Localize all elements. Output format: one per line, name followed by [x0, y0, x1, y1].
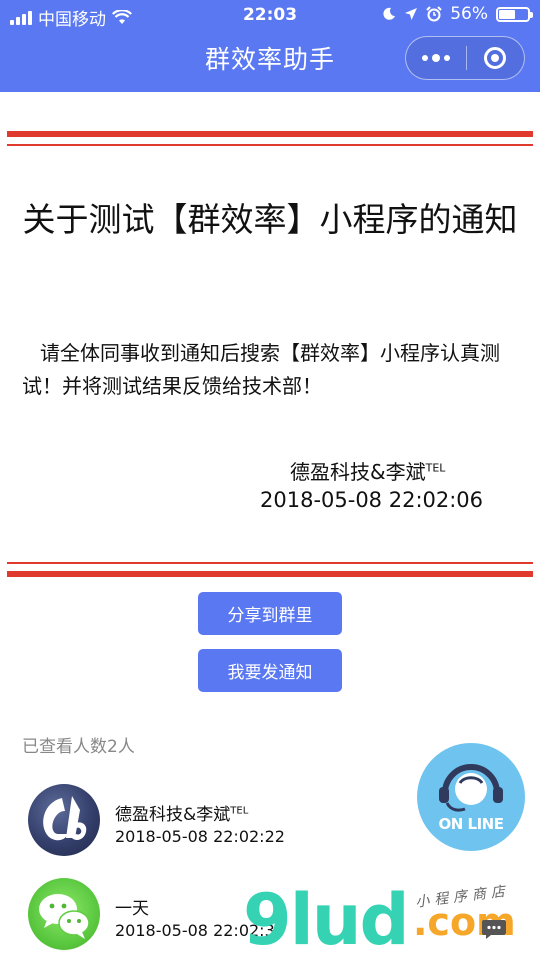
notice-body: 请全体同事收到通知后搜索【群效率】小程序认真测试！并将测试结果反馈给技术部！ [22, 341, 500, 398]
avatar [28, 784, 100, 856]
headset-icon [439, 764, 503, 812]
share-to-group-button[interactable]: 分享到群里 [198, 592, 342, 635]
company-logo-icon [43, 796, 87, 841]
viewers-count: 已查看人数2人 [22, 737, 135, 757]
avatar [28, 878, 100, 950]
battery-fill [499, 9, 515, 19]
close-mini-program-button[interactable] [466, 36, 524, 80]
close-circle-icon [484, 47, 507, 69]
status-right: 56% [382, 4, 533, 24]
top-rule-thin [7, 144, 533, 146]
bottom-rule-thick [7, 571, 533, 577]
moon-icon [383, 7, 396, 20]
viewer-name-superscript: TEL [230, 805, 249, 817]
notice-signature: 德盈科技&李斌TEL [290, 456, 445, 485]
send-notice-button[interactable]: 我要发通知 [198, 649, 342, 692]
watermark-logo: 9lud [243, 879, 410, 961]
viewer-name: 德盈科技&李斌TEL [115, 800, 248, 825]
dot-icon [421, 55, 428, 61]
viewer-name-text: 德盈科技&李斌 [115, 805, 231, 825]
battery-percent: 56% [450, 4, 488, 24]
online-support-button[interactable]: ON LINE [417, 743, 525, 851]
chat-bubble-icon [482, 920, 506, 939]
header-bar: 中国移动 22:03 56% 群效率助手 [0, 0, 540, 92]
watermark: 9lud 小程序商店 .com [243, 880, 540, 960]
battery-icon [496, 6, 533, 22]
signature-text: 德盈科技&李斌 [290, 460, 426, 484]
dot-icon [431, 54, 440, 62]
more-button[interactable] [406, 36, 466, 80]
notice-date: 2018-05-08 22:02:06 [260, 488, 484, 512]
top-rule-thick [7, 131, 533, 137]
notice-title: 关于测试【群效率】小程序的通知 [22, 200, 518, 239]
signature-superscript: TEL [425, 461, 446, 475]
mini-program-capsule [405, 36, 525, 80]
dot-icon [443, 55, 450, 61]
status-bar: 中国移动 22:03 56% [0, 0, 540, 30]
online-label: ON LINE [438, 815, 504, 833]
location-arrow-icon [405, 8, 418, 20]
viewer-time: 2018-05-08 22:02:22 [115, 827, 285, 846]
viewer-name: 一天 [115, 894, 149, 919]
viewer-name-text: 一天 [115, 899, 149, 919]
alarm-icon [426, 6, 442, 22]
bottom-rule-thin [7, 562, 533, 564]
wechat-logo-icon [39, 894, 90, 939]
